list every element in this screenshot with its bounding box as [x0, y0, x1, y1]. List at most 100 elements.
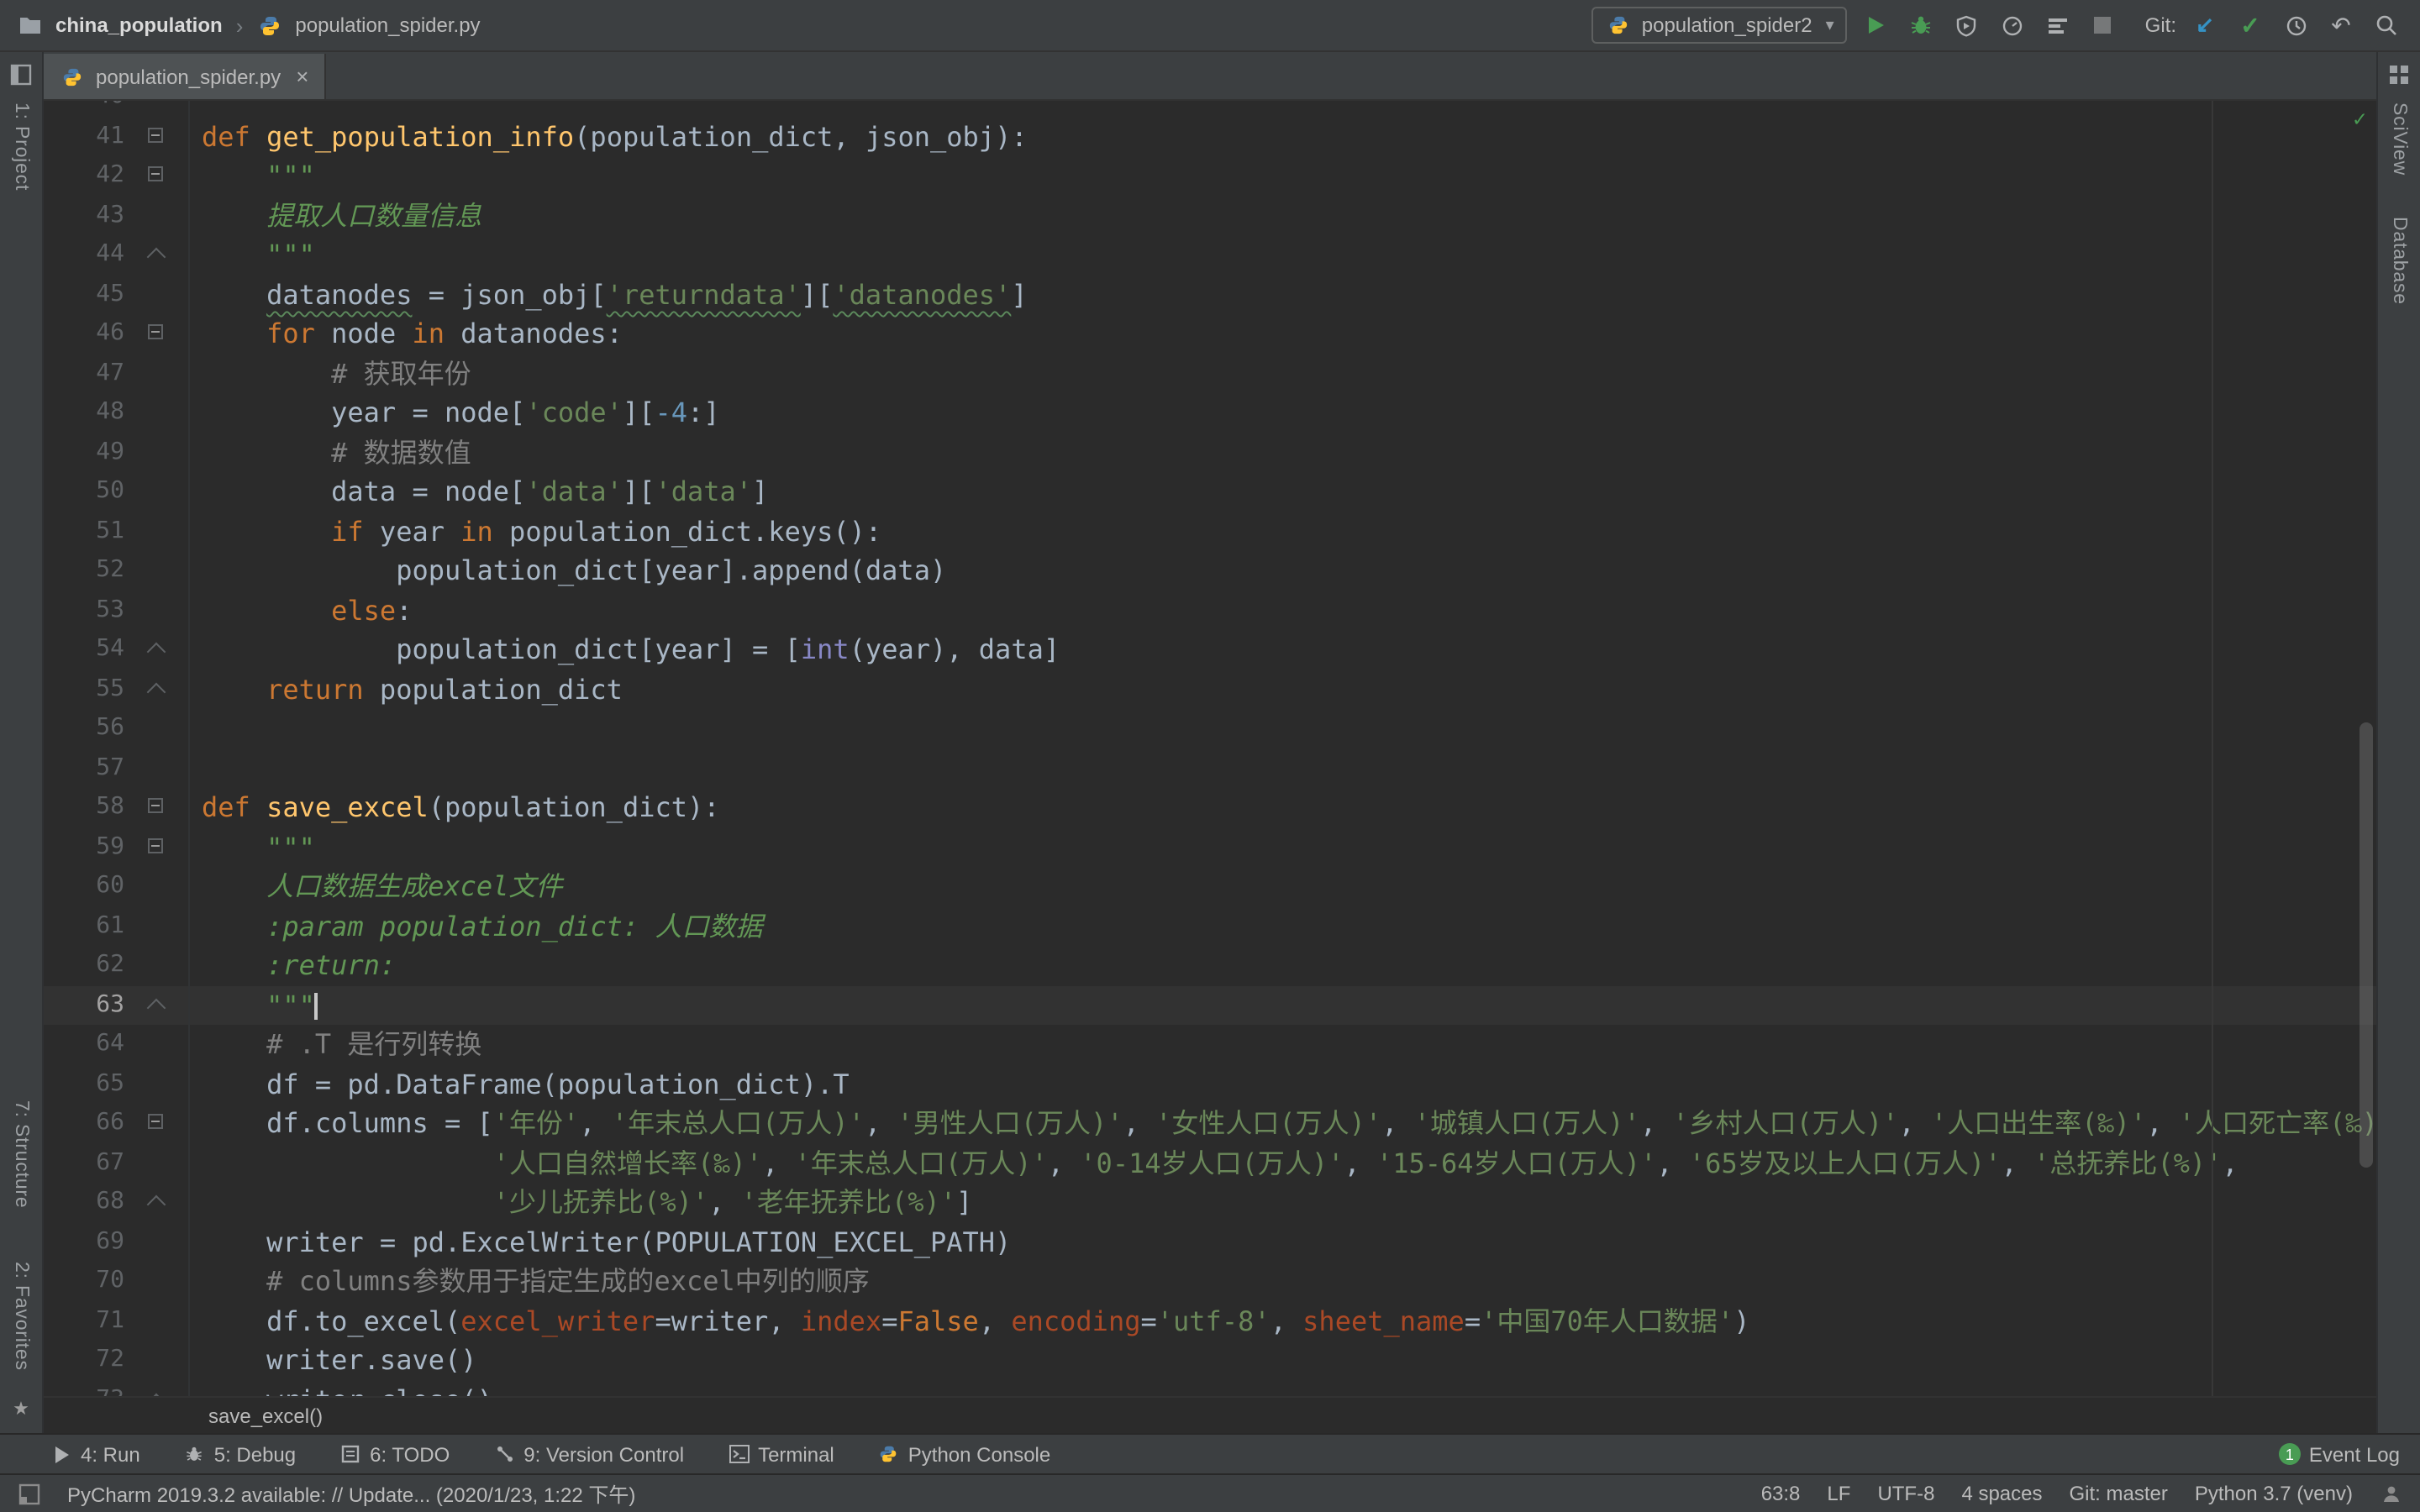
tab-population-spider[interactable]: population_spider.py × [44, 54, 325, 99]
python-interpreter[interactable]: Python 3.7 (venv) [2195, 1482, 2353, 1505]
rollback-icon[interactable]: ↶ [2324, 8, 2358, 42]
fold-end-icon[interactable] [131, 669, 182, 709]
line-number[interactable]: 65 [44, 1064, 131, 1104]
line-number[interactable]: 47 [44, 354, 131, 393]
run-button[interactable] [1860, 8, 1893, 42]
code-line[interactable]: 73 writer.close() [44, 1380, 2376, 1396]
fold-start-icon[interactable] [131, 117, 182, 156]
line-number[interactable]: 50 [44, 472, 131, 512]
line-number[interactable]: 46 [44, 314, 131, 354]
file-encoding[interactable]: UTF-8 [1877, 1482, 1934, 1505]
caret-position[interactable]: 63:8 [1761, 1482, 1801, 1505]
fold-start-icon[interactable] [131, 788, 182, 827]
line-number[interactable]: 66 [44, 1104, 131, 1143]
editor-scrollbar[interactable] [2360, 722, 2373, 1168]
code-line[interactable]: 54 population_dict[year] = [int(year), d… [44, 630, 2376, 669]
fold-end-icon[interactable] [131, 630, 182, 669]
code-line[interactable]: 63 """ [44, 985, 2376, 1025]
sidebar-item-sciview[interactable]: SciView [2389, 102, 2409, 176]
code-line[interactable]: 66 df.columns = ['年份', '年末总人口(万人)', '男性人… [44, 1104, 2376, 1143]
sidebar-item-structure[interactable]: 7: Structure [11, 1100, 31, 1209]
debug-button[interactable] [1905, 8, 1939, 42]
breadcrumb-method[interactable]: save_excel() [208, 1404, 323, 1427]
fold-end-icon[interactable] [131, 1183, 182, 1222]
breadcrumb[interactable]: save_excel() [44, 1396, 2376, 1433]
tool-button-version-control[interactable]: 9: Version Control [493, 1442, 684, 1466]
code-line[interactable]: 42 """ [44, 156, 2376, 196]
line-number[interactable]: 69 [44, 1222, 131, 1262]
line-number[interactable]: 56 [44, 709, 131, 748]
line-number[interactable]: 60 [44, 867, 131, 906]
line-number[interactable]: 68 [44, 1183, 131, 1222]
run-with-coverage-button[interactable] [1950, 8, 1984, 42]
tool-button-run[interactable]: 4: Run [50, 1442, 140, 1466]
code-line[interactable]: 55 return population_dict [44, 669, 2376, 709]
code-line[interactable]: 59 """ [44, 827, 2376, 867]
code-line[interactable]: 49 # 数据数值 [44, 433, 2376, 472]
sidebar-item-database[interactable]: Database [2389, 216, 2409, 304]
breadcrumb-project[interactable]: china_population [55, 13, 223, 37]
code-line[interactable]: 69 writer = pd.ExcelWriter(POPULATION_EX… [44, 1222, 2376, 1262]
git-branch[interactable]: Git: master [2070, 1482, 2168, 1505]
code-line[interactable]: 40 [44, 101, 2376, 117]
inspections-ok-icon[interactable]: ✓ [2353, 108, 2366, 133]
code-line[interactable]: 53 else: [44, 591, 2376, 630]
line-separator[interactable]: LF [1827, 1482, 1850, 1505]
fold-start-icon[interactable] [131, 827, 182, 867]
git-commit-icon[interactable]: ✓ [2233, 8, 2267, 42]
line-number[interactable]: 41 [44, 117, 131, 156]
code-line[interactable]: 51 if year in population_dict.keys(): [44, 512, 2376, 551]
code-line[interactable]: 71 df.to_excel(excel_writer=writer, inde… [44, 1301, 2376, 1341]
close-icon[interactable]: × [296, 64, 308, 89]
tool-button-debug[interactable]: 5: Debug [184, 1442, 296, 1466]
line-number[interactable]: 58 [44, 788, 131, 827]
line-number[interactable]: 62 [44, 946, 131, 985]
line-number[interactable]: 55 [44, 669, 131, 709]
tool-button-python-console[interactable]: Python Console [878, 1442, 1050, 1466]
toolwindow-switcher-icon[interactable] [17, 1482, 40, 1505]
line-number[interactable]: 70 [44, 1262, 131, 1301]
breadcrumb-file[interactable]: population_spider.py [295, 13, 480, 37]
fold-start-icon[interactable] [131, 1104, 182, 1143]
concurrency-diagram-button[interactable] [2041, 8, 2075, 42]
line-number[interactable]: 45 [44, 275, 131, 314]
status-message[interactable]: PyCharm 2019.3.2 available: // Update...… [67, 1479, 635, 1508]
code-line[interactable]: 57 [44, 748, 2376, 788]
fold-end-icon[interactable] [131, 1380, 182, 1396]
line-number[interactable]: 51 [44, 512, 131, 551]
line-number[interactable]: 63 [44, 985, 131, 1025]
line-number[interactable]: 42 [44, 156, 131, 196]
code-line[interactable]: 50 data = node['data']['data'] [44, 472, 2376, 512]
sidebar-item-project[interactable]: 1: Project [11, 102, 31, 191]
search-icon[interactable] [2370, 8, 2403, 42]
indent-setting[interactable]: 4 spaces [1961, 1482, 2042, 1505]
tool-button-terminal[interactable]: Terminal [728, 1442, 834, 1466]
code-line[interactable]: 60 人口数据生成excel文件 [44, 867, 2376, 906]
line-number[interactable]: 57 [44, 748, 131, 788]
code-line[interactable]: 41def get_population_info(population_dic… [44, 117, 2376, 156]
code-line[interactable]: 45 datanodes = json_obj['returndata']['d… [44, 275, 2376, 314]
code-line[interactable]: 67 '人口自然增长率(‰)', '年末总人口(万人)', '0-14岁人口(万… [44, 1143, 2376, 1183]
line-number[interactable]: 61 [44, 906, 131, 946]
code-line[interactable]: 62 :return: [44, 946, 2376, 985]
star-icon[interactable]: ★ [13, 1398, 29, 1420]
line-number[interactable]: 54 [44, 630, 131, 669]
code-line[interactable]: 61 :param population_dict: 人口数据 [44, 906, 2376, 946]
git-update-icon[interactable]: ↙ [2188, 8, 2222, 42]
code-line[interactable]: 48 year = node['code'][-4:] [44, 393, 2376, 433]
code-line[interactable]: 68 '少儿抚养比(%)', '老年抚养比(%)'] [44, 1183, 2376, 1222]
code-line[interactable]: 64 # .T 是行列转换 [44, 1025, 2376, 1064]
tool-button-todo[interactable]: 6: TODO [339, 1442, 450, 1466]
line-number[interactable]: 59 [44, 827, 131, 867]
line-number[interactable]: 44 [44, 235, 131, 275]
line-number[interactable]: 48 [44, 393, 131, 433]
code-line[interactable]: 46 for node in datanodes: [44, 314, 2376, 354]
project-tool-icon[interactable] [9, 62, 33, 86]
line-number[interactable]: 72 [44, 1341, 131, 1380]
code-line[interactable]: 56 [44, 709, 2376, 748]
code-line[interactable]: 47 # 获取年份 [44, 354, 2376, 393]
profiler-button[interactable] [1996, 8, 2029, 42]
code-line[interactable]: 52 population_dict[year].append(data) [44, 551, 2376, 591]
line-number[interactable]: 73 [44, 1380, 131, 1396]
code-line[interactable]: 44 """ [44, 235, 2376, 275]
